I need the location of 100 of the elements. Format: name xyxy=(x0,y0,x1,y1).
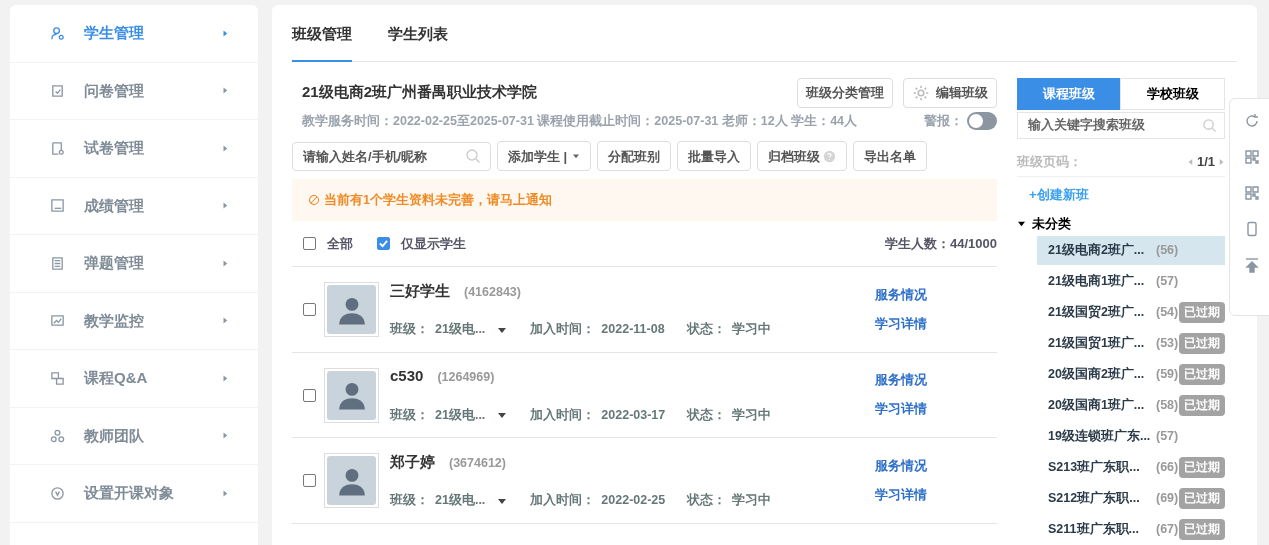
status-value: 学习中 xyxy=(732,406,772,424)
student-name: 三好学生 xyxy=(390,280,450,301)
class-list-item[interactable]: 20级国商1班广... (58) 已过期 xyxy=(1037,390,1225,420)
join-date: 2022-02-25 xyxy=(601,492,666,510)
student-link[interactable]: 服务情况 xyxy=(875,456,927,476)
expired-badge: 已过期 xyxy=(1179,394,1225,416)
student-name: c530 xyxy=(390,366,424,387)
class-list-item[interactable]: S213班广东职... (66) 已过期 xyxy=(1037,452,1225,482)
checkbox[interactable] xyxy=(303,474,316,487)
checkbox[interactable] xyxy=(303,388,316,402)
person-gear-icon xyxy=(50,25,65,41)
join-date: 2022-11-08 xyxy=(601,321,665,339)
avatar xyxy=(324,282,379,337)
caret-left-icon xyxy=(1186,157,1193,167)
alert-toggle[interactable] xyxy=(967,111,997,130)
checkbox[interactable] xyxy=(303,237,316,251)
expired-badge: 已过期 xyxy=(1179,332,1225,354)
notice-text: 当前有1个学生资料未完善，请马上通知 xyxy=(324,191,552,209)
clipboard-check-icon xyxy=(50,83,65,99)
student-link[interactable]: 学习详情 xyxy=(875,400,927,419)
category-label[interactable]: 未分类 xyxy=(1032,214,1071,234)
caret-right-icon xyxy=(222,373,228,383)
tab[interactable]: 班级管理 xyxy=(292,23,352,62)
caret-down-icon xyxy=(497,496,508,505)
class-list-item[interactable]: 21级国贸1班广... (53) 已过期 xyxy=(1037,328,1225,358)
join-label: 加入时间： xyxy=(530,492,596,510)
back-to-top-icon[interactable] xyxy=(1243,257,1260,273)
caret-right-icon xyxy=(222,28,228,38)
status-label: 状态： xyxy=(687,492,727,510)
toolbar-button[interactable]: 归档班级 xyxy=(757,141,848,172)
caret-right-icon xyxy=(222,431,228,441)
search-icon xyxy=(465,147,481,164)
class-value: 21级电... xyxy=(435,492,486,510)
student-link[interactable]: 学习详情 xyxy=(875,314,927,334)
avatar xyxy=(324,453,379,508)
student-count: 学生人数：44/1000 xyxy=(885,235,997,253)
toolbar-button[interactable]: 添加学生 | xyxy=(497,141,592,172)
student-id: (4162843) xyxy=(464,283,521,301)
alert-label: 警报： xyxy=(924,112,963,130)
document-lines-icon xyxy=(50,255,65,271)
join-label: 加入时间： xyxy=(530,321,596,339)
class-label: 班级： xyxy=(390,492,429,510)
student-link[interactable]: 服务情况 xyxy=(875,371,927,390)
question-icon xyxy=(823,149,837,163)
class-list-item[interactable]: 21级国贸2班广... (54) 已过期 xyxy=(1037,297,1225,327)
checkbox[interactable] xyxy=(303,303,316,316)
join-label: 加入时间： xyxy=(530,406,596,424)
class-info: 教学服务时间：2022-02-25至2025-07-31 课程使用截止时间：2025-07-31 老师：12人 学生：44人 xyxy=(302,112,858,130)
status-value: 学习中 xyxy=(732,492,772,510)
filter-label: 仅显示学生 xyxy=(401,235,466,253)
caret-right-icon xyxy=(1219,157,1225,167)
caret-down-icon[interactable] xyxy=(1017,220,1026,228)
join-date: 2022-03-17 xyxy=(601,406,666,424)
tab[interactable]: 学生列表 xyxy=(388,23,448,62)
student-name: 郑子婷 xyxy=(390,451,435,472)
expired-badge: 已过期 xyxy=(1179,456,1225,478)
expired-badge: 已过期 xyxy=(1179,363,1225,385)
toolbar-button[interactable]: 批量导入 xyxy=(677,141,752,172)
caret-right-icon xyxy=(222,86,228,96)
caret-right-icon xyxy=(222,488,228,498)
gear-icon xyxy=(912,83,930,102)
document-gear-icon xyxy=(50,140,65,156)
page-number: 1/1 xyxy=(1196,153,1215,172)
toolbar-button[interactable]: 导出名单 xyxy=(853,141,928,172)
student-link[interactable]: 服务情况 xyxy=(875,285,927,305)
class-label: 班级： xyxy=(390,406,429,424)
search-icon xyxy=(1202,117,1217,133)
class-list-item[interactable]: 21级电商2班广... (56) xyxy=(1037,235,1225,265)
category-manage-button[interactable]: 班级分类管理 xyxy=(797,77,893,108)
class-title: 21级电商2班广州番禺职业技术学院 xyxy=(302,82,538,103)
prohibited-icon xyxy=(308,194,320,207)
class-list-item[interactable]: S211班广东职... (67) 已过期 xyxy=(1037,514,1225,544)
refresh-icon[interactable] xyxy=(1243,113,1260,129)
circle-v-icon xyxy=(50,485,65,501)
score-sheet-icon xyxy=(50,198,65,214)
class-list-item[interactable]: S212班广东职... (69) 已过期 xyxy=(1037,483,1225,513)
expired-badge: 已过期 xyxy=(1179,301,1225,323)
caret-down-icon xyxy=(497,325,508,334)
student-link[interactable]: 学习详情 xyxy=(875,485,927,505)
class-list-item[interactable]: 20级国商2班广... (59) 已过期 xyxy=(1037,359,1225,389)
caret-right-icon xyxy=(222,316,228,326)
edit-class-button[interactable]: 编辑班级 xyxy=(903,77,997,108)
class-type-tab[interactable]: 学校班级 xyxy=(1120,77,1225,110)
avatar xyxy=(324,367,379,423)
page-label: 班级页码： xyxy=(1017,153,1082,171)
toolbar-button[interactable]: 分配班别 xyxy=(597,141,672,172)
search-field[interactable]: 请输入姓名/手机/昵称 xyxy=(292,141,491,171)
checkbox[interactable] xyxy=(377,237,390,251)
caret-down-icon xyxy=(497,411,508,420)
status-label: 状态： xyxy=(686,321,726,339)
class-list-item[interactable]: 19级连锁班广东... (57) xyxy=(1037,421,1225,451)
qr-code-icon[interactable] xyxy=(1243,185,1260,201)
caret-right-icon xyxy=(222,258,228,268)
class-search-field[interactable]: 输入关键字搜索班级 xyxy=(1017,111,1225,139)
class-list-item[interactable]: 21级电商1班广... (57) xyxy=(1037,266,1225,296)
class-label: 班级： xyxy=(390,321,429,339)
student-id: (1264969) xyxy=(437,369,495,387)
status-label: 状态： xyxy=(687,406,727,424)
filter-label: 全部 xyxy=(327,235,353,253)
qr-code-icon[interactable] xyxy=(1243,149,1260,165)
